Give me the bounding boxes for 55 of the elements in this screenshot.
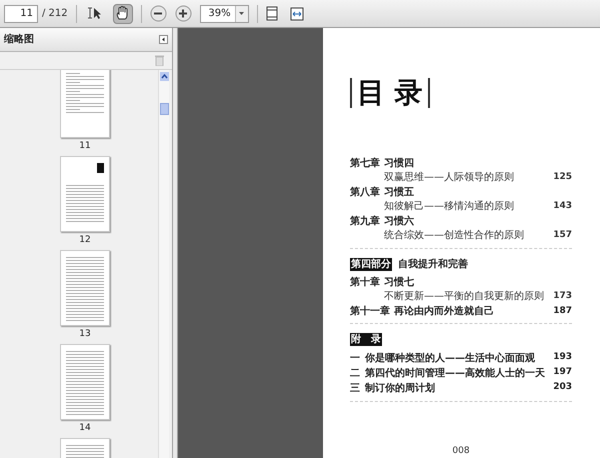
item-number: 三	[350, 382, 361, 396]
section-title: 不断更新——平衡的自我更新的原则	[384, 290, 545, 304]
chapter-title: 习惯六	[384, 214, 415, 228]
page-footer-number: 008	[452, 444, 470, 458]
page-thumbnail[interactable]	[60, 344, 110, 420]
zoom-field[interactable]: 39%	[200, 4, 249, 22]
item-number: 一	[350, 352, 361, 366]
hand-tool-icon[interactable]	[112, 4, 133, 24]
chapter-title: 再论由内而外造就自己	[394, 304, 495, 319]
page-number: 157	[553, 228, 572, 242]
section-title: 双赢思维——人际领导的原则	[384, 170, 515, 185]
chapter-number: 第十一章	[350, 304, 391, 319]
part-title: 自我提升和完善	[398, 257, 468, 272]
page-number: 193	[553, 351, 572, 364]
page-thumbnail[interactable]	[60, 250, 110, 326]
item-number: 二	[350, 366, 361, 380]
page-count: / 212	[42, 7, 68, 21]
panel-title: 缩略图	[4, 32, 34, 47]
item-title: 第四代的时间管理——高效能人士的一天	[365, 366, 546, 380]
fit-page-icon[interactable]	[266, 6, 278, 21]
item-title: 制订你的周计划	[365, 382, 436, 396]
page-number-field[interactable]: 11	[4, 4, 38, 22]
page-thumbnail[interactable]	[60, 70, 110, 138]
page-number: 197	[553, 366, 572, 380]
page-label: 14	[79, 423, 91, 433]
page-label: 13	[79, 329, 91, 339]
section-title: 知彼解己——移情沟通的原则	[384, 200, 515, 214]
page-number: 187	[553, 304, 572, 318]
chapter-number: 第十章	[350, 275, 381, 290]
chapter-title: 习惯七	[384, 276, 415, 290]
zoom-in-icon[interactable]	[174, 5, 192, 22]
page-number: 203	[553, 381, 572, 394]
scroll-up-icon[interactable]	[160, 72, 168, 81]
dropdown-caret-icon[interactable]	[239, 12, 244, 15]
part-label: 第四部分	[350, 258, 392, 272]
scroll-thumb[interactable]	[160, 103, 168, 115]
zoom-out-icon[interactable]	[150, 5, 167, 22]
page-number: 173	[553, 290, 572, 303]
chapter-title: 习惯五	[384, 186, 415, 200]
scrollbar[interactable]	[158, 70, 169, 458]
part-label: 附 录	[350, 333, 382, 346]
collapse-icon[interactable]	[159, 35, 168, 44]
page-label: 12	[79, 235, 91, 245]
chapter-number: 第九章	[350, 214, 381, 228]
page-thumbnail[interactable]	[60, 156, 110, 232]
chapter-title: 习惯四	[384, 156, 415, 170]
section-title: 统合综效——创造性合作的原则	[384, 228, 525, 243]
page-number: 125	[553, 170, 572, 184]
toc-title: 目 录	[350, 78, 430, 108]
page-number: 143	[553, 200, 572, 213]
chapter-number: 第八章	[350, 185, 381, 200]
chapter-number: 第七章	[350, 156, 381, 170]
fit-width-icon[interactable]	[290, 6, 304, 20]
item-title: 你是哪种类型的人——生活中心面面观	[365, 351, 536, 366]
page-label: 11	[79, 141, 91, 151]
